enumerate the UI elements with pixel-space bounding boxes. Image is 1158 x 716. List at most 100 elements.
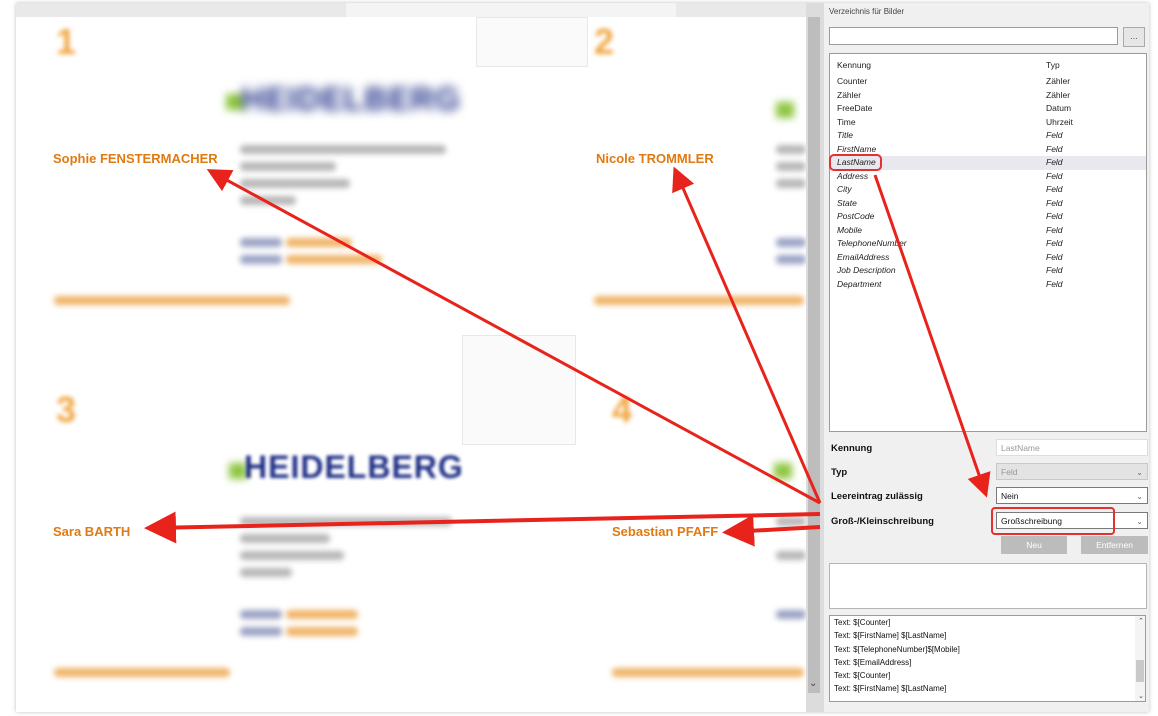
image-folder-input[interactable] — [829, 27, 1118, 45]
field-row-title[interactable]: Title Feld — [830, 129, 1146, 143]
chevron-down-icon: ⌄ — [1136, 517, 1143, 526]
field-name: PostCode — [837, 211, 875, 221]
field-row-mobile[interactable]: Mobile Feld — [830, 224, 1146, 238]
blurred-email — [54, 668, 230, 677]
blurred-text — [286, 238, 352, 247]
field-row-freedate[interactable]: FreeDate Datum — [830, 102, 1146, 116]
field-name: Title — [837, 130, 853, 140]
highlight-case-value — [991, 507, 1115, 535]
blurred-text — [776, 238, 806, 247]
blurred-text — [240, 196, 296, 205]
empty-entry-dropdown[interactable]: Nein ⌄ — [996, 487, 1148, 504]
blurred-text — [240, 551, 344, 560]
text-entry[interactable]: Text: $[TelephoneNumber]$[Mobile] — [830, 643, 1145, 656]
field-row-firstname[interactable]: FirstName Feld — [830, 143, 1146, 157]
section-caption: Verzeichnis für Bilder — [829, 7, 905, 16]
field-name: TelephoneNumber — [837, 238, 907, 248]
card-number-1: 1 — [56, 21, 77, 62]
field-type: Feld — [1046, 130, 1063, 140]
remove-button[interactable]: Entfernen — [1081, 536, 1148, 554]
column-header-id[interactable]: Kennung — [837, 60, 871, 70]
field-name: Department — [837, 278, 882, 289]
field-type: Feld — [1046, 224, 1063, 235]
blurred-text — [240, 162, 336, 171]
text-entry[interactable]: Text: $[FirstName] $[LastName] — [830, 629, 1145, 642]
field-name: City — [837, 184, 852, 194]
field-type: Uhrzeit — [1046, 116, 1073, 127]
blurred-email — [612, 668, 804, 677]
field-row-zähler[interactable]: Zähler Zähler — [830, 89, 1146, 103]
card-name-4: Sebastian PFAFF — [612, 524, 719, 539]
text-entry[interactable]: Text: $[Counter] — [830, 616, 1145, 629]
blurred-text — [286, 627, 358, 636]
field-row-department[interactable]: Department Feld — [830, 278, 1146, 292]
text-entry[interactable]: Text: $[FirstName] $[LastName] — [830, 682, 1145, 695]
field-type: Feld — [1046, 184, 1063, 194]
scrollbar-thumb[interactable] — [808, 17, 820, 693]
field-name: Zähler — [837, 89, 862, 100]
browse-button[interactable]: ... — [1123, 27, 1145, 47]
id-field[interactable]: LastName — [996, 439, 1148, 456]
field-name: Counter — [837, 76, 868, 86]
properties-panel: Verzeichnis für Bilder ... Kennung Typ C… — [824, 3, 1149, 712]
scrollbar-thumb[interactable] — [1136, 660, 1144, 682]
field-row-counter[interactable]: Counter Zähler — [830, 75, 1146, 89]
blurred-text — [776, 162, 806, 171]
type-dropdown[interactable]: Feld ⌄ — [996, 463, 1148, 480]
new-button[interactable]: Neu — [1001, 536, 1067, 554]
blurred-email — [594, 296, 804, 305]
collapse-caret-icon[interactable]: ⌄ — [809, 678, 817, 689]
company-logo: HEIDELBERG — [244, 449, 464, 485]
blurred-email — [54, 296, 290, 305]
vertical-scrollbar[interactable] — [806, 3, 824, 712]
field-row-lastname[interactable]: LastName Feld — [830, 156, 1146, 170]
field-row-time[interactable]: Time Uhrzeit — [830, 116, 1146, 130]
column-header-type[interactable]: Typ — [1046, 60, 1060, 70]
card-name-3: Sara BARTH — [53, 524, 131, 539]
card-name-1: Sophie FENSTERMACHER — [53, 151, 218, 166]
empty-entry-label: Leereintrag zulässig — [831, 491, 923, 502]
field-row-emailaddress[interactable]: EmailAddress Feld — [830, 251, 1146, 265]
chevron-down-icon: ⌄ — [1136, 468, 1143, 477]
app-window: 1 HEIDELBERG Sophie FENSTERMACHER 2 Nico… — [16, 3, 1149, 712]
field-name: Time — [837, 116, 856, 127]
blurred-text — [240, 179, 350, 188]
scroll-down-icon[interactable]: ⌄ — [1138, 692, 1144, 700]
field-row-state[interactable]: State Feld — [830, 197, 1146, 211]
field-row-postcode[interactable]: PostCode Feld — [830, 210, 1146, 224]
field-type: Feld — [1046, 143, 1063, 154]
text-list-scrollbar[interactable]: ⌃ ⌄ — [1135, 616, 1145, 701]
field-name: FirstName — [837, 143, 877, 154]
field-name: Address — [837, 170, 869, 181]
description-area[interactable] — [829, 563, 1147, 609]
blurred-text — [240, 627, 282, 636]
blurred-text — [776, 255, 806, 264]
blurred-text — [776, 179, 806, 188]
field-name: EmailAddress — [837, 251, 890, 262]
logo-accent — [776, 102, 794, 118]
field-list[interactable]: Kennung Typ Counter Zähler Zähler Zähler Fre… — [829, 53, 1147, 432]
type-label: Typ — [831, 467, 848, 478]
field-row-city[interactable]: City Feld — [830, 183, 1146, 197]
text-entries-list[interactable]: Text: $[Counter] Text: $[FirstName] $[Las… — [829, 615, 1146, 702]
field-row-telephonenumber[interactable]: TelephoneNumber Feld — [830, 237, 1146, 251]
field-type: Feld — [1046, 238, 1063, 248]
field-name: FreeDate — [837, 103, 873, 113]
field-type: Feld — [1046, 278, 1063, 289]
field-row-job-description[interactable]: Job Description Feld — [830, 264, 1146, 278]
field-type: Feld — [1046, 197, 1063, 208]
text-entries: Text: $[Counter] Text: $[FirstName] $[Las… — [830, 616, 1145, 696]
card-preview-area[interactable]: 1 HEIDELBERG Sophie FENSTERMACHER 2 Nico… — [16, 17, 808, 695]
field-type: Feld — [1046, 251, 1063, 262]
blurred-text — [240, 534, 330, 543]
scroll-up-icon[interactable]: ⌃ — [1138, 617, 1144, 625]
field-type: Feld — [1046, 170, 1063, 181]
blurred-text — [776, 145, 806, 154]
field-rows: Counter Zähler Zähler Zähler FreeDate Datum Ti… — [830, 75, 1146, 291]
field-list-header: Kennung Typ — [830, 60, 1146, 72]
blurred-text — [286, 610, 358, 619]
text-entry[interactable]: Text: $[Counter] — [830, 669, 1145, 682]
field-row-address[interactable]: Address Feld — [830, 170, 1146, 184]
blurred-text — [776, 551, 806, 560]
text-entry[interactable]: Text: $[EmailAddress] — [830, 656, 1145, 669]
